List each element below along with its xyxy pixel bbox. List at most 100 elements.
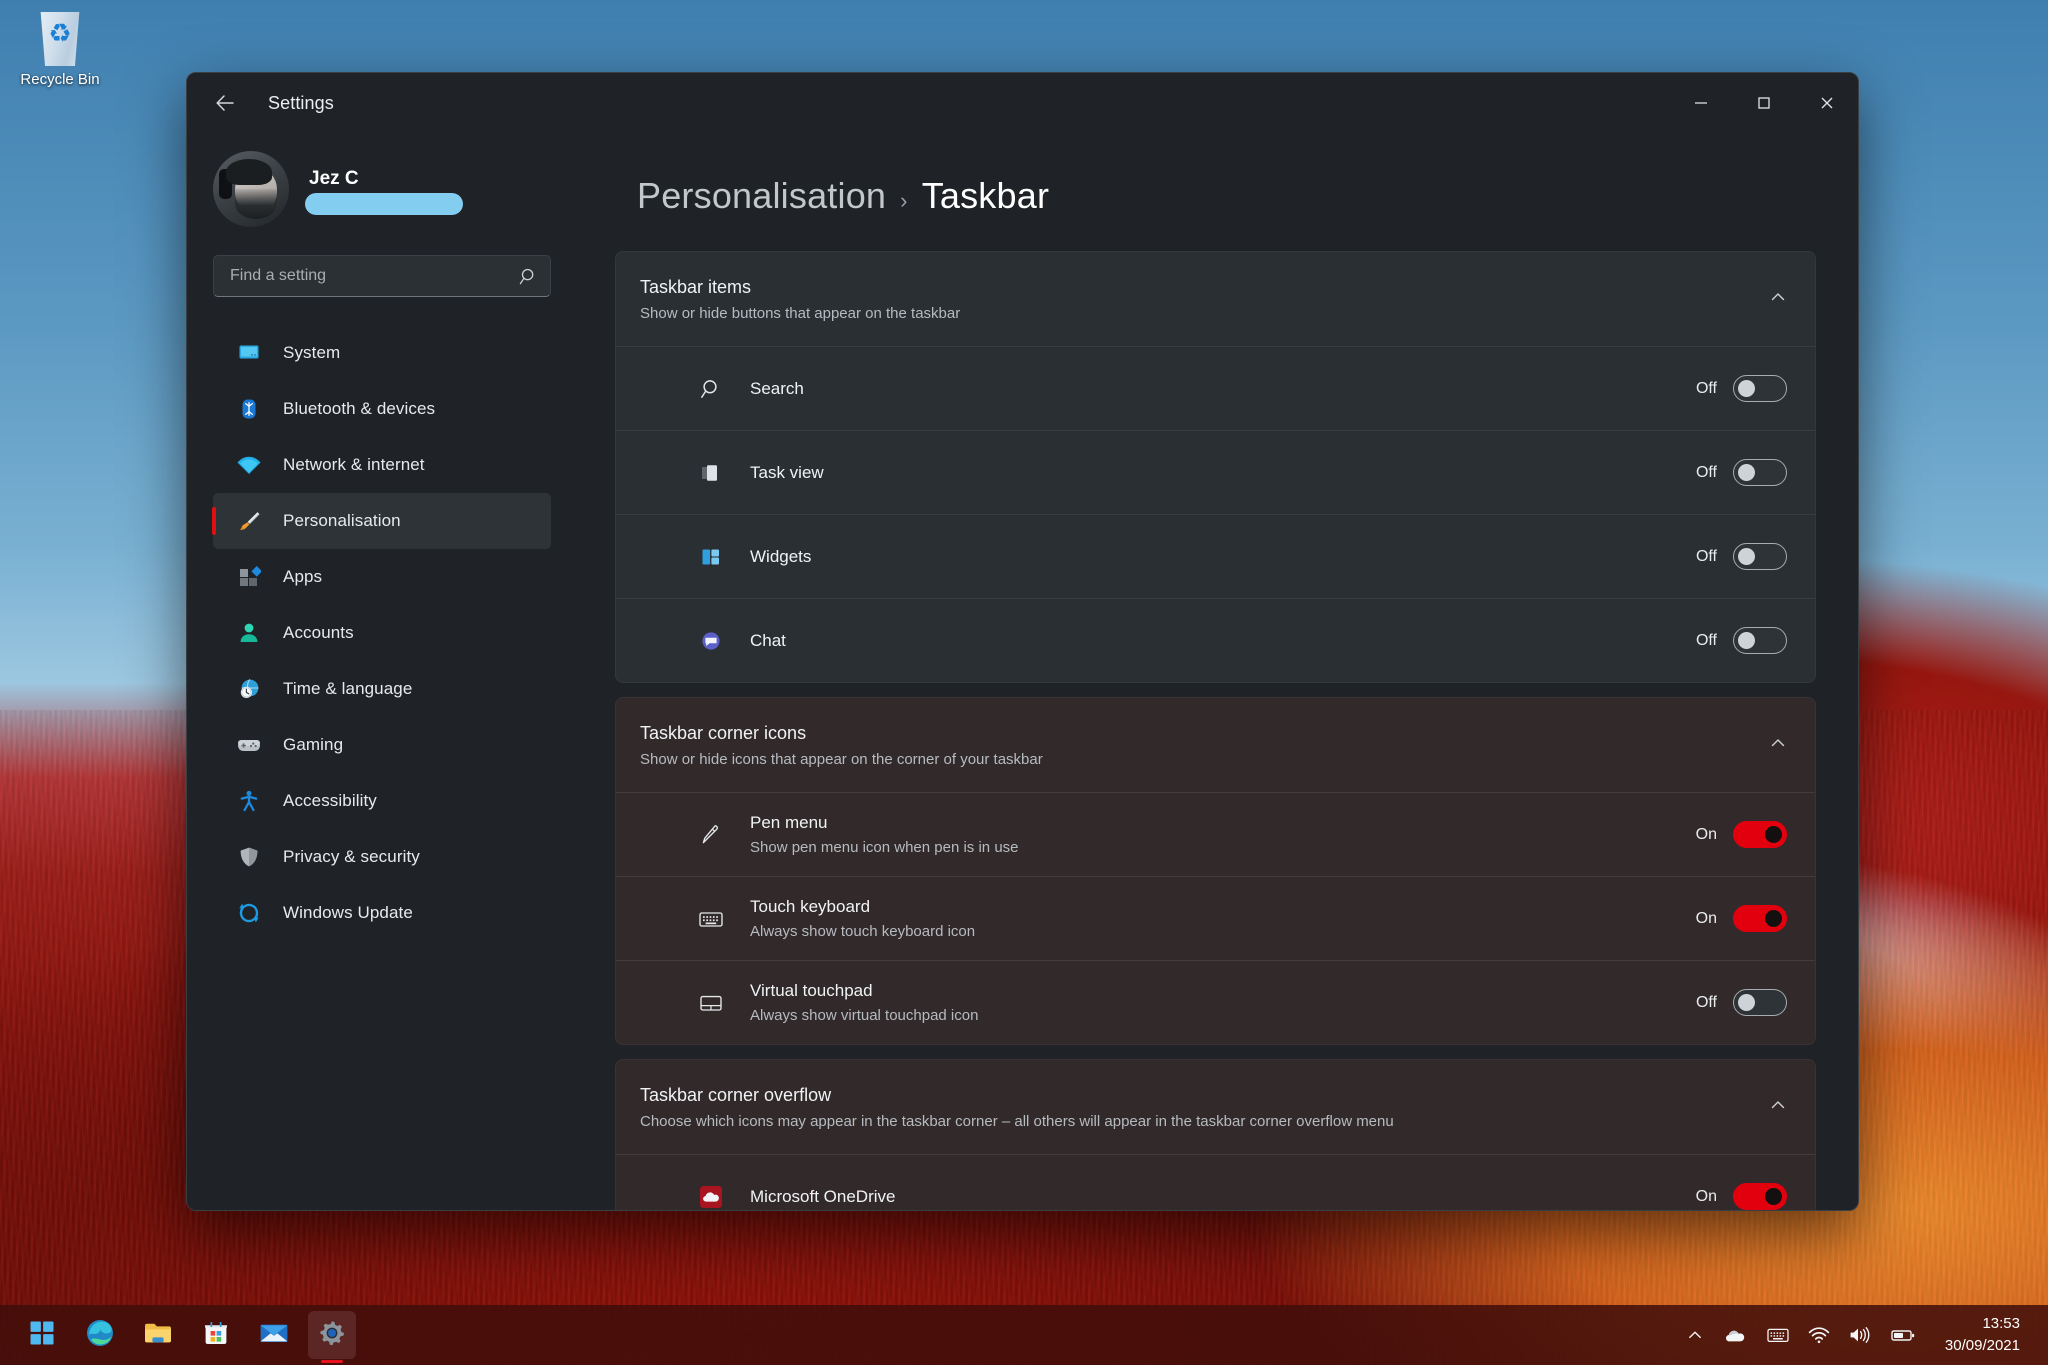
sidebar-item-label: Personalisation — [283, 511, 401, 530]
clock-globe-icon — [235, 675, 263, 703]
sidebar-item-system[interactable]: System — [213, 325, 551, 381]
volume-tray-button[interactable] — [1841, 1313, 1879, 1357]
row-task-view[interactable]: Task view Off — [616, 430, 1815, 514]
search-box[interactable] — [213, 255, 551, 297]
sidebar-item-apps[interactable]: Apps — [213, 549, 551, 605]
toggle-chat[interactable] — [1733, 627, 1787, 654]
breadcrumb-parent[interactable]: Personalisation — [637, 175, 886, 217]
card-header[interactable]: Taskbar items Show or hide buttons that … — [616, 252, 1815, 346]
onedrive-tray-button[interactable] — [1717, 1313, 1755, 1357]
row-virtual-touchpad[interactable]: Virtual touchpad Always show virtual tou… — [616, 960, 1815, 1044]
back-button[interactable] — [204, 82, 246, 124]
window-titlebar: Settings — [187, 73, 1858, 133]
row-pen-menu[interactable]: Pen menu Show pen menu icon when pen is … — [616, 792, 1815, 876]
card-taskbar-items: Taskbar items Show or hide buttons that … — [615, 251, 1816, 683]
sidebar-item-windows-update[interactable]: Windows Update — [213, 885, 551, 941]
row-label: Chat — [750, 630, 786, 650]
sidebar-item-label: System — [283, 343, 341, 362]
toggle-touch-keyboard[interactable] — [1733, 905, 1787, 932]
window-controls — [1669, 73, 1858, 133]
sidebar-item-label: Accounts — [283, 623, 354, 642]
toggle-state-label: Off — [1695, 631, 1717, 649]
back-arrow-icon — [216, 95, 234, 111]
recycle-bin-desktop-icon[interactable]: ♻ Recycle Bin — [8, 6, 112, 89]
card-header[interactable]: Taskbar corner overflow Choose which ico… — [616, 1060, 1815, 1154]
wifi-icon — [1808, 1327, 1830, 1344]
toggle-virtual-touchpad[interactable] — [1733, 989, 1787, 1016]
clock[interactable]: 13:53 30/09/2021 — [1937, 1309, 2028, 1361]
row-touch-keyboard[interactable]: Touch keyboard Always show touch keyboar… — [616, 876, 1815, 960]
sidebar-item-time-language[interactable]: Time & language — [213, 661, 551, 717]
row-widgets[interactable]: Widgets Off — [616, 514, 1815, 598]
sidebar-item-label: Gaming — [283, 735, 344, 754]
person-icon — [235, 619, 263, 647]
sidebar-item-accessibility[interactable]: Accessibility — [213, 773, 551, 829]
row-microsoft-onedrive[interactable]: Microsoft OneDrive On — [616, 1154, 1815, 1210]
store-icon — [202, 1319, 230, 1352]
update-refresh-icon — [235, 899, 263, 927]
search-input[interactable] — [230, 267, 519, 285]
toggle-group: On — [1691, 905, 1787, 932]
settings-button[interactable] — [308, 1311, 356, 1363]
show-hidden-icons-button[interactable] — [1677, 1313, 1713, 1357]
toggle-widgets[interactable] — [1733, 543, 1787, 570]
clock-time: 13:53 — [1982, 1315, 2020, 1333]
card-header[interactable]: Taskbar corner icons Show or hide icons … — [616, 698, 1815, 792]
wifi-icon — [235, 451, 263, 479]
microsoft-store-button[interactable] — [192, 1311, 240, 1359]
touch-keyboard-tray-button[interactable] — [1759, 1313, 1797, 1357]
chevron-right-icon: › — [900, 188, 908, 213]
toggle-group: On — [1691, 1183, 1787, 1210]
card-subtitle: Choose which icons may appear in the tas… — [640, 1112, 1394, 1130]
sidebar-item-privacy-security[interactable]: Privacy & security — [213, 829, 551, 885]
start-button[interactable] — [18, 1311, 66, 1359]
main-content: Personalisation › Taskbar Taskbar items … — [577, 133, 1858, 1210]
row-search[interactable]: Search Off — [616, 346, 1815, 430]
toggle-group: Off — [1691, 543, 1787, 570]
row-chat[interactable]: Chat Off — [616, 598, 1815, 682]
toggle-group: On — [1691, 821, 1787, 848]
chevron-up-icon[interactable] — [1769, 1096, 1787, 1119]
sidebar-item-accounts[interactable]: Accounts — [213, 605, 551, 661]
account-tile[interactable]: Jez C — [213, 151, 577, 227]
chevron-up-icon[interactable] — [1769, 288, 1787, 311]
chevron-up-icon[interactable] — [1769, 734, 1787, 757]
network-tray-button[interactable] — [1801, 1313, 1837, 1357]
edge-button[interactable] — [76, 1311, 124, 1359]
search-icon — [519, 267, 538, 286]
battery-tray-button[interactable] — [1883, 1313, 1923, 1357]
sidebar-item-personalisation[interactable]: Personalisation — [212, 493, 551, 549]
sidebar-item-bluetooth-devices[interactable]: Bluetooth & devices — [213, 381, 551, 437]
mail-button[interactable] — [250, 1311, 298, 1359]
close-button[interactable] — [1795, 73, 1858, 133]
onedrive-icon — [696, 1182, 726, 1211]
toggle-search[interactable] — [1733, 375, 1787, 402]
accessibility-icon — [235, 787, 263, 815]
toggle-microsoft-onedrive[interactable] — [1733, 1183, 1787, 1210]
folder-icon — [143, 1319, 173, 1352]
system-tray: 13:53 30/09/2021 — [1677, 1309, 2034, 1361]
sidebar-item-label: Bluetooth & devices — [283, 399, 436, 418]
account-name: Jez C — [309, 167, 359, 189]
row-label: Virtual touchpad — [750, 981, 873, 1000]
windows-logo-icon — [29, 1320, 55, 1351]
toggle-group: Off — [1691, 375, 1787, 402]
toggle-pen-menu[interactable] — [1733, 821, 1787, 848]
bluetooth-icon — [235, 395, 263, 423]
toggle-state-label: Off — [1695, 463, 1717, 481]
apps-grid-icon — [235, 563, 263, 591]
toggle-group: Off — [1691, 459, 1787, 486]
shield-icon — [235, 843, 263, 871]
sidebar-item-network-internet[interactable]: Network & internet — [213, 437, 551, 493]
toggle-task-view[interactable] — [1733, 459, 1787, 486]
gamepad-icon — [235, 731, 263, 759]
avatar — [213, 151, 289, 227]
sidebar-item-gaming[interactable]: Gaming — [213, 717, 551, 773]
minimize-button[interactable] — [1669, 73, 1732, 133]
maximize-button[interactable] — [1732, 73, 1795, 133]
file-explorer-button[interactable] — [134, 1311, 182, 1359]
sidebar-item-label: Privacy & security — [283, 847, 420, 866]
paintbrush-icon — [235, 507, 263, 535]
maximize-icon — [1757, 97, 1770, 109]
card-subtitle: Show or hide icons that appear on the co… — [640, 750, 1043, 768]
